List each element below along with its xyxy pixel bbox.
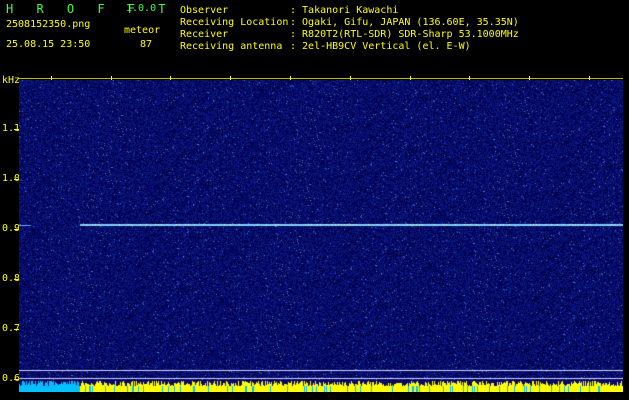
info-label-antenna: Receiving antenna: [180, 41, 283, 52]
info-value-antenna: : 2el-HB9CV Vertical (el. E-W): [290, 41, 471, 52]
info-label-location: Receiving Location: [180, 17, 289, 28]
info-value-location: : Ogaki, Gifu, JAPAN (136.60E, 35.35N): [290, 17, 519, 28]
date-time: 25.08.15 23:50: [6, 39, 91, 50]
file-name: 2508152350.png: [6, 19, 91, 30]
header-panel: H R O F F T 1.0.0 2508152350.png 25.08.1…: [0, 0, 629, 74]
spectrogram-plot: [19, 80, 623, 392]
info-label-receiver: Receiver: [180, 29, 229, 40]
info-value-receiver: : R820T2(RTL-SDR) SDR-Sharp 53.1000MHz: [290, 29, 519, 40]
y-axis-unit: kHz: [2, 75, 21, 86]
info-value-observer: : Takanori Kawachi: [290, 5, 399, 16]
x-axis-line: [19, 78, 623, 79]
mode-label: meteor: [124, 25, 161, 36]
info-label-observer: Observer: [180, 5, 229, 16]
app-version: 1.0.0: [126, 3, 157, 14]
meteor-count: 87: [140, 39, 153, 50]
